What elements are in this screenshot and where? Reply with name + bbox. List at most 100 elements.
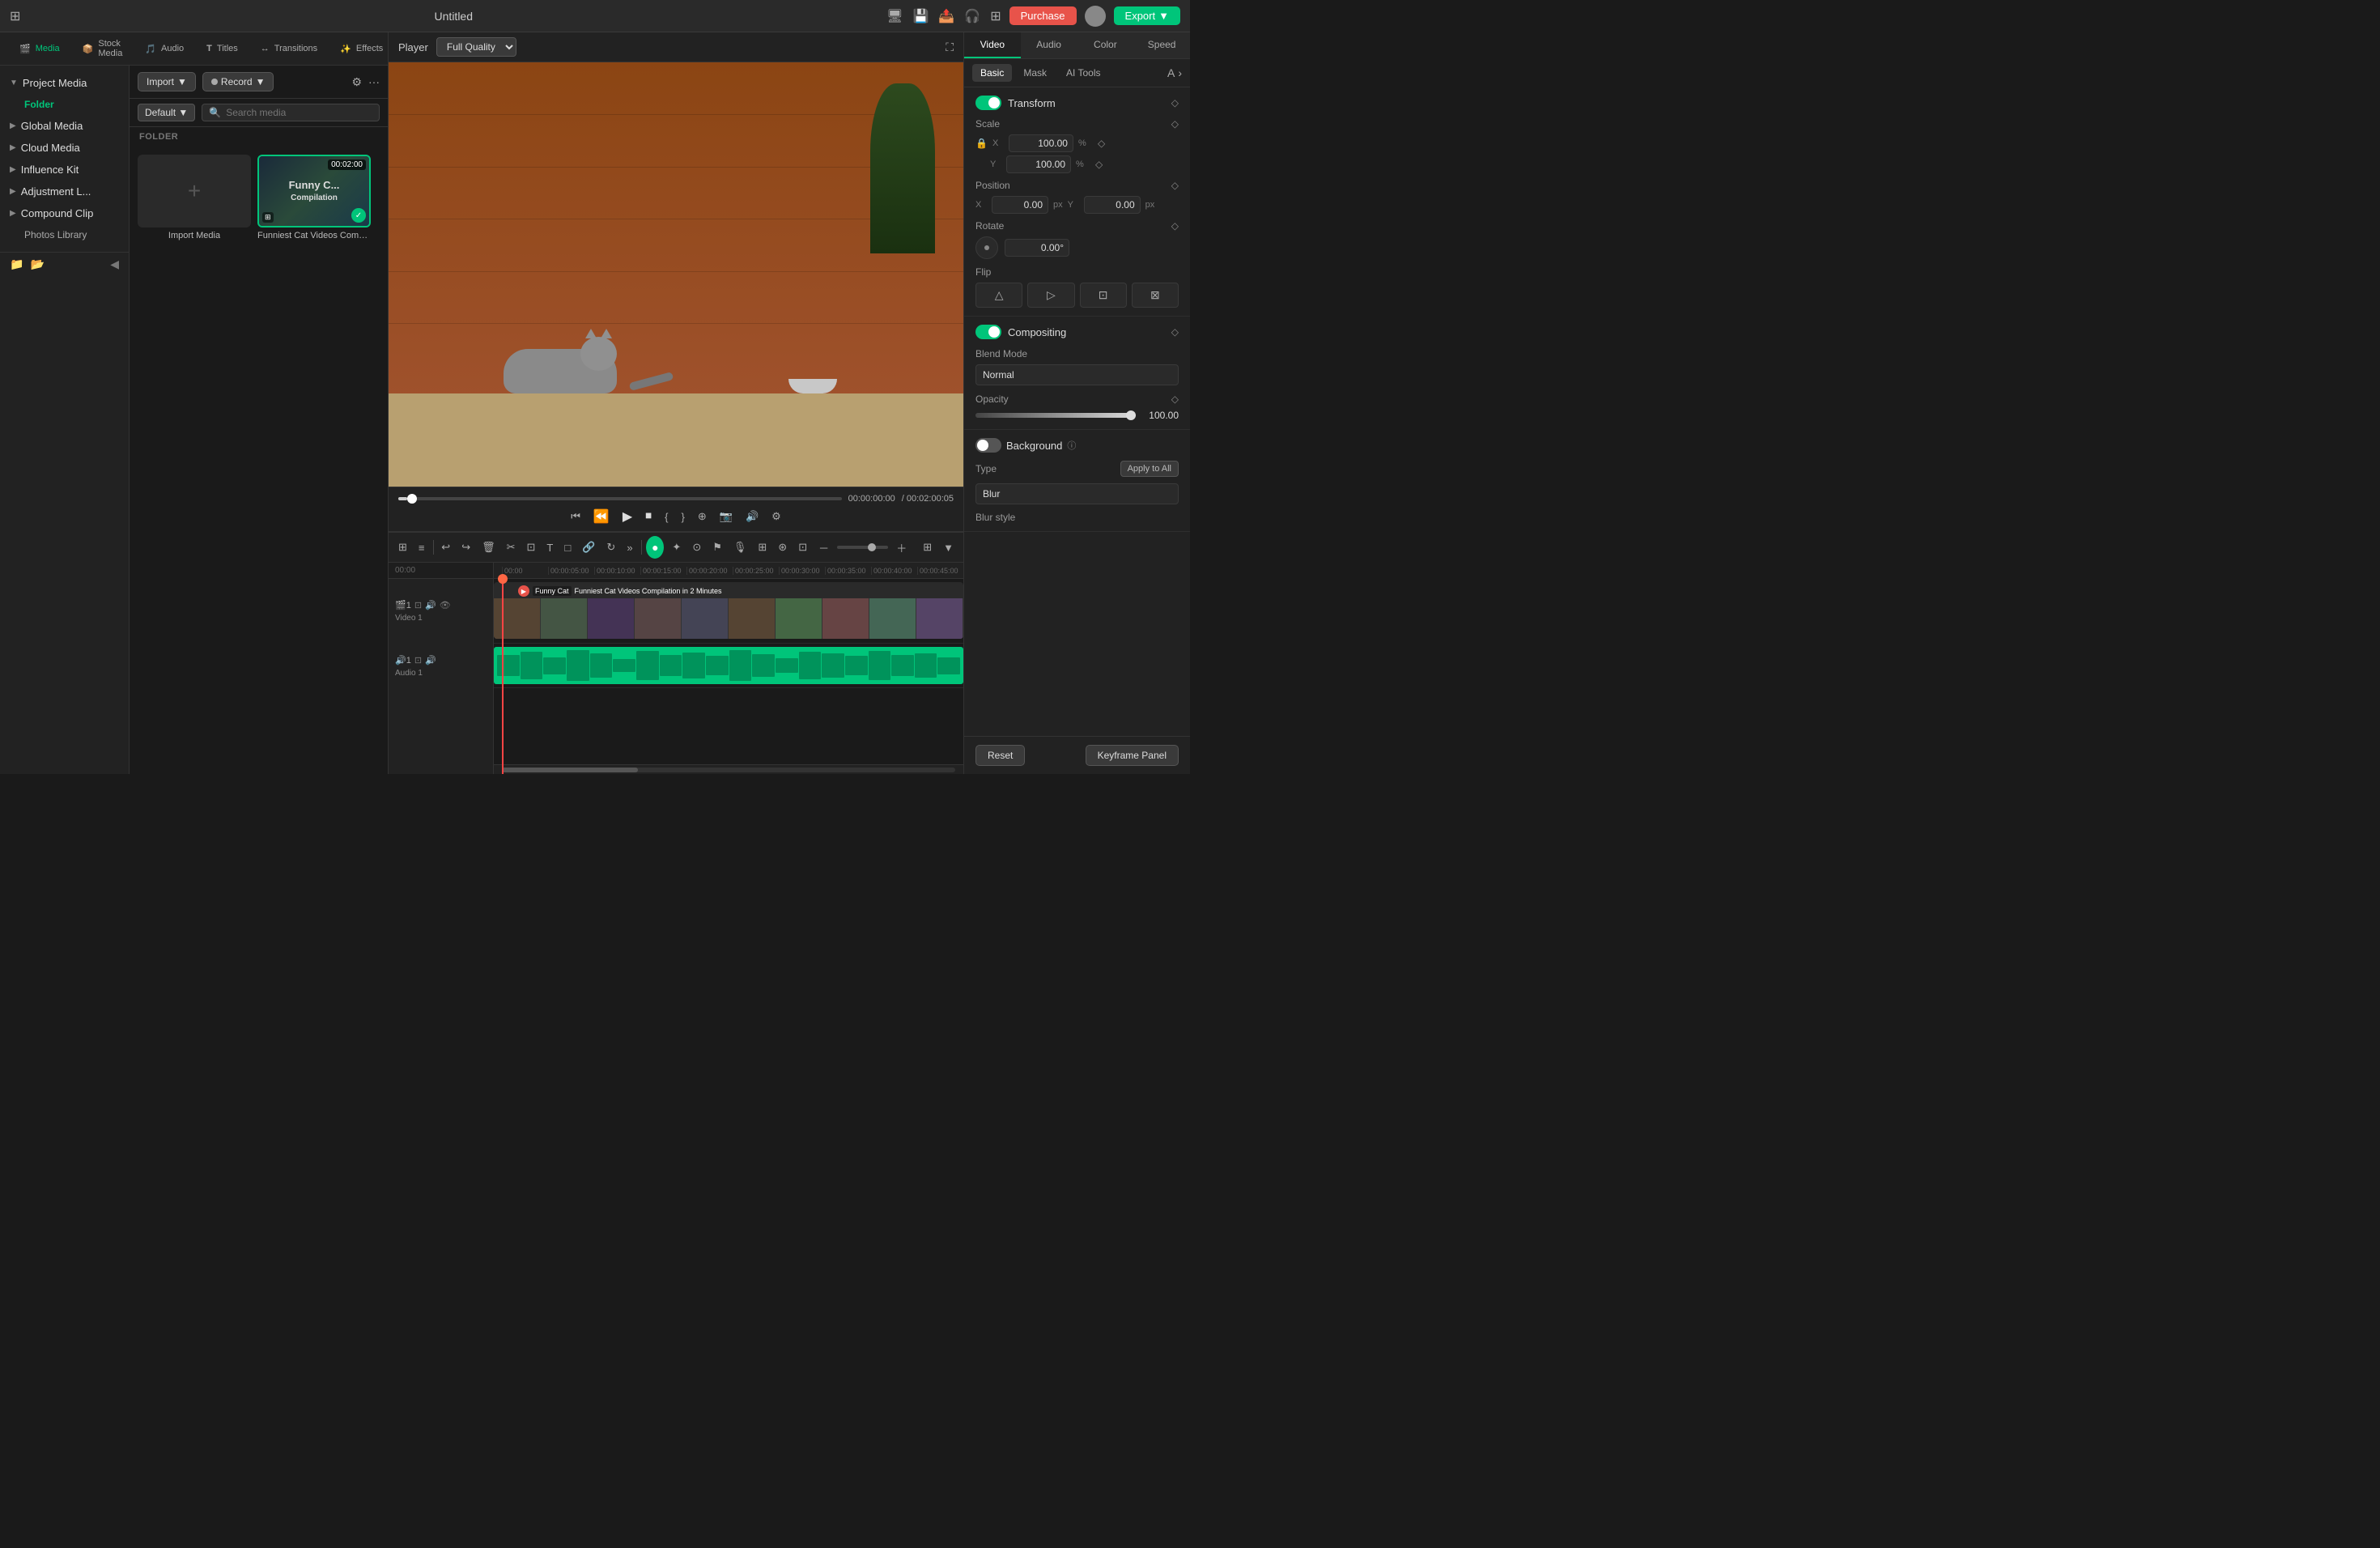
search-box[interactable]: 🔍: [202, 104, 380, 121]
tab-effects[interactable]: ✨ Effects: [329, 32, 394, 65]
audio-track-copy-icon[interactable]: ⊡: [414, 655, 422, 666]
tab-media[interactable]: 🎬 Media: [8, 32, 71, 65]
opacity-handle[interactable]: [1126, 410, 1136, 420]
reset-button[interactable]: Reset: [975, 745, 1025, 766]
audio-clip[interactable]: [494, 647, 963, 684]
project-media-header[interactable]: ▼ Project Media: [0, 72, 129, 94]
avatar[interactable]: [1085, 6, 1106, 27]
adjustment-header[interactable]: ▶ Adjustment L...: [0, 181, 129, 202]
tab-color[interactable]: Color: [1077, 32, 1134, 58]
skip-back-button[interactable]: ⏮: [571, 510, 580, 523]
background-toggle[interactable]: [975, 438, 1001, 453]
compositing-diamond[interactable]: ◇: [1171, 326, 1179, 338]
more-options-button[interactable]: ···: [368, 75, 380, 88]
camera-button[interactable]: 📷: [720, 510, 733, 523]
tab-stock-media[interactable]: 📦 Stock Media: [71, 32, 134, 65]
flip-horizontal-button[interactable]: △: [975, 283, 1022, 308]
video-clip-item[interactable]: Funny C... Compilation 00:02:00 ⊞ ✓ Funn…: [257, 155, 371, 240]
tab-audio[interactable]: Audio: [1021, 32, 1077, 58]
tab-transitions[interactable]: ↔ Transitions: [249, 32, 329, 65]
play-button[interactable]: ▶: [623, 508, 632, 525]
record-button[interactable]: Record ▼: [202, 72, 274, 91]
zoom-in-button[interactable]: ＋: [893, 538, 910, 557]
opacity-diamond[interactable]: ◇: [1171, 393, 1179, 405]
transform-toggle[interactable]: [975, 96, 1001, 110]
video-clip[interactable]: ▶ Funny Cat Funniest Cat Videos Compilat…: [494, 582, 963, 639]
settings-icon[interactable]: ⊞: [10, 8, 20, 24]
stop-button[interactable]: ⏹: [645, 509, 652, 524]
timeline-scrollbar[interactable]: [494, 764, 963, 774]
video-track-eye-icon[interactable]: 👁: [440, 600, 451, 610]
nav-prev-icon[interactable]: A: [1167, 66, 1175, 79]
tab-audio[interactable]: 🎵 Audio: [134, 32, 195, 65]
playhead-button[interactable]: ●: [646, 536, 664, 559]
delete-button[interactable]: 🗑: [478, 539, 499, 555]
add-to-timeline-button[interactable]: ⊕: [698, 510, 707, 523]
rotate-clip-button[interactable]: ↻: [603, 539, 618, 555]
redo-button[interactable]: ↪: [458, 539, 474, 555]
crop-button[interactable]: ⊡: [524, 539, 539, 555]
import-media-item[interactable]: + Import Media: [138, 155, 251, 240]
sidebar-item-folder[interactable]: Folder: [0, 94, 129, 115]
ripple-button[interactable]: ⊙: [689, 539, 704, 555]
background-info-icon[interactable]: ⓘ: [1067, 439, 1076, 452]
scale-lock-icon[interactable]: 🔒: [975, 138, 988, 149]
more-tl-button[interactable]: »: [623, 540, 635, 555]
collapse-panel-button[interactable]: ◀: [110, 257, 119, 271]
export-button[interactable]: Export ▼: [1114, 6, 1180, 25]
sidebar-item-photos[interactable]: Photos Library: [0, 224, 129, 245]
folder-add-icon[interactable]: 📂: [30, 257, 44, 271]
transition-button[interactable]: ⊞: [754, 539, 770, 555]
scrollbar-track[interactable]: [502, 768, 955, 772]
sort-select[interactable]: Default ▼: [138, 104, 195, 121]
scale-x-diamond[interactable]: ◇: [1098, 138, 1105, 149]
import-thumb[interactable]: +: [138, 155, 251, 228]
influence-kit-header[interactable]: ▶ Influence Kit: [0, 159, 129, 181]
frame-back-button[interactable]: ⏪: [593, 508, 610, 525]
layout-toggle[interactable]: ⊞: [920, 539, 935, 555]
monitor-icon[interactable]: 🖥: [886, 8, 903, 24]
progress-bar[interactable]: [398, 497, 842, 500]
video-thumb[interactable]: Funny C... Compilation 00:02:00 ⊞ ✓: [257, 155, 371, 228]
tl-settings[interactable]: ▼: [940, 540, 957, 555]
grid-view-button[interactable]: ⊞: [395, 539, 410, 555]
mark-in-button[interactable]: {: [665, 511, 668, 523]
grid-icon[interactable]: ⊞: [990, 8, 1001, 24]
flip-v-mirror-button[interactable]: ⊠: [1132, 283, 1179, 308]
search-input[interactable]: [226, 107, 372, 118]
text-button[interactable]: T: [543, 540, 556, 555]
compositing-toggle[interactable]: [975, 325, 1001, 339]
scale-x-input[interactable]: [1009, 134, 1073, 152]
undo-button[interactable]: ↩: [438, 539, 453, 555]
player-progress[interactable]: 00:00:00:00 / 00:02:00:05: [398, 494, 954, 504]
pip-button[interactable]: ⊡: [795, 539, 810, 555]
filter-icon-button[interactable]: ⚙: [351, 75, 362, 89]
scrollbar-thumb[interactable]: [502, 768, 638, 772]
sub-tab-mask[interactable]: Mask: [1015, 64, 1055, 82]
audio-track-volume-icon[interactable]: 🔊: [425, 655, 436, 666]
zoom-handle[interactable]: [868, 543, 876, 551]
rotate-input[interactable]: [1005, 239, 1069, 257]
pos-x-input[interactable]: [992, 196, 1048, 214]
nav-next-icon[interactable]: ›: [1178, 66, 1182, 79]
flip-h-mirror-button[interactable]: ⊡: [1080, 283, 1127, 308]
rotate-dial[interactable]: [975, 236, 998, 259]
cut-button[interactable]: ✂: [504, 539, 519, 555]
scale-y-input[interactable]: [1006, 155, 1071, 173]
zoom-slider[interactable]: [837, 546, 888, 549]
background-type-select[interactable]: Blur: [975, 483, 1179, 504]
timeline-view-button[interactable]: ≡: [415, 540, 428, 555]
shape-button[interactable]: □: [561, 540, 574, 555]
rotate-diamond[interactable]: ◇: [1171, 220, 1179, 232]
cloud-media-header[interactable]: ▶ Cloud Media: [0, 137, 129, 159]
link-button[interactable]: 🔗: [579, 539, 598, 555]
more-tools-button[interactable]: ⚙: [771, 510, 781, 523]
video-track-copy-icon[interactable]: ⊡: [414, 600, 422, 610]
sound-button[interactable]: 🔊: [746, 510, 759, 523]
pos-y-input[interactable]: [1084, 196, 1141, 214]
transform-keyframe-diamond[interactable]: ◇: [1171, 97, 1179, 108]
scale-diamond[interactable]: ◇: [1171, 118, 1179, 130]
zoom-out-button[interactable]: －: [815, 538, 832, 557]
mark-out-button[interactable]: }: [682, 511, 685, 523]
progress-handle[interactable]: [407, 494, 417, 504]
